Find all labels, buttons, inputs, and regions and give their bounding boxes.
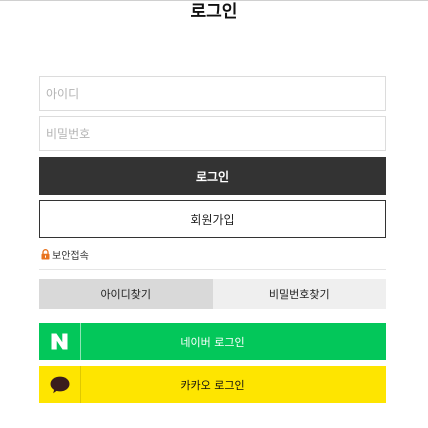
kakao-login-button[interactable]: 카카오 로그인 xyxy=(39,366,386,403)
login-page: 로그인 로그인 회원가입 보안접속 아이디찾기 비밀번호찾기 네이버 로그인 xyxy=(0,0,428,428)
divider xyxy=(39,269,386,270)
join-button[interactable]: 회원가입 xyxy=(39,200,386,238)
find-password-tab[interactable]: 비밀번호찾기 xyxy=(212,279,386,309)
login-button[interactable]: 로그인 xyxy=(39,157,386,195)
naver-n-icon xyxy=(51,333,68,350)
find-tabs: 아이디찾기 비밀번호찾기 xyxy=(39,279,386,309)
id-field[interactable] xyxy=(39,76,386,111)
secure-connection[interactable]: 보안접속 xyxy=(41,246,89,262)
password-field[interactable] xyxy=(39,116,386,151)
naver-icon-box xyxy=(39,323,81,360)
secure-connection-label: 보안접속 xyxy=(52,250,89,262)
kakao-login-label: 카카오 로그인 xyxy=(180,378,245,392)
page-title: 로그인 xyxy=(190,2,238,22)
kakao-icon-box xyxy=(39,366,81,403)
lock-icon xyxy=(41,248,50,259)
id-input[interactable] xyxy=(40,77,385,110)
kakao-speech-bubble-icon xyxy=(50,376,69,393)
naver-login-button[interactable]: 네이버 로그인 xyxy=(39,323,386,360)
password-input[interactable] xyxy=(40,117,385,150)
naver-login-label: 네이버 로그인 xyxy=(180,335,245,349)
find-id-tab[interactable]: 아이디찾기 xyxy=(39,279,213,309)
